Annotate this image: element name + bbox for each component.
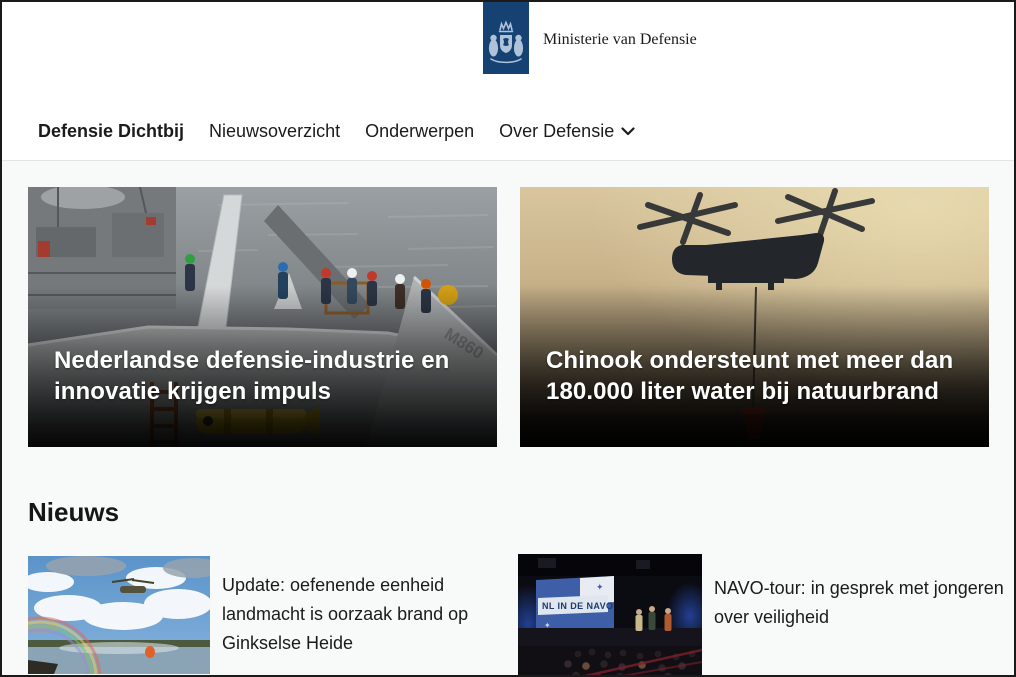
- hero-gradient-overlay: [520, 187, 989, 447]
- browser-viewport: Ministerie van Defensie Defensie Dichtbi…: [2, 2, 1014, 675]
- rijksoverheid-logo[interactable]: [483, 2, 529, 74]
- news-thumbnail: [28, 556, 210, 674]
- nav-item-over-defensie[interactable]: Over Defensie: [499, 121, 635, 142]
- news-item-navo-tour[interactable]: NL IN DE NAVO ✦ ✦: [518, 554, 1006, 675]
- theater-stage-illustration: NL IN DE NAVO ✦ ✦: [518, 554, 702, 675]
- nav-item-defensie-dichtbij[interactable]: Defensie Dichtbij: [38, 121, 184, 142]
- stage-figures: [636, 606, 672, 631]
- main-nav: Defensie Dichtbij Nieuwsoverzicht Onderw…: [38, 112, 635, 150]
- chevron-down-icon: [621, 127, 635, 136]
- royal-crest-icon: [487, 20, 525, 68]
- svg-text:NL IN DE NAVO: NL IN DE NAVO: [542, 601, 613, 611]
- news-title: NAVO-tour: in gesprek met jongeren over …: [714, 574, 1006, 632]
- nav-item-onderwerpen[interactable]: Onderwerpen: [365, 121, 474, 142]
- chinook-rainbow-illustration: [28, 556, 210, 674]
- news-thumbnail: NL IN DE NAVO ✦ ✦: [518, 554, 702, 675]
- ministry-wordmark: Ministerie van Defensie: [543, 31, 697, 49]
- nav-label: Nieuwsoverzicht: [209, 121, 340, 142]
- hero-title: Nederlandse defensie-industrie en innova…: [54, 345, 479, 407]
- nav-label: Over Defensie: [499, 121, 614, 142]
- main-content: M860: [2, 161, 1014, 675]
- nav-item-nieuwsoverzicht[interactable]: Nieuwsoverzicht: [209, 121, 340, 142]
- hero-title: Chinook ondersteunt met meer dan 180.000…: [546, 345, 971, 407]
- hero-gradient-overlay: [28, 187, 497, 447]
- news-title: Update: oefenende eenheid landmacht is o…: [222, 571, 474, 658]
- nav-label: Onderwerpen: [365, 121, 474, 142]
- news-section-heading: Nieuws: [28, 497, 119, 528]
- projection-screen: NL IN DE NAVO ✦ ✦: [536, 576, 614, 634]
- news-item-ginkselse-heide[interactable]: Update: oefenende eenheid landmacht is o…: [28, 556, 474, 674]
- hero-card-chinook-natuurbrand[interactable]: Chinook ondersteunt met meer dan 180.000…: [520, 187, 989, 447]
- nav-label: Defensie Dichtbij: [38, 121, 184, 142]
- svg-text:✦: ✦: [596, 582, 604, 592]
- hero-card-defensie-industrie[interactable]: M860: [28, 187, 497, 447]
